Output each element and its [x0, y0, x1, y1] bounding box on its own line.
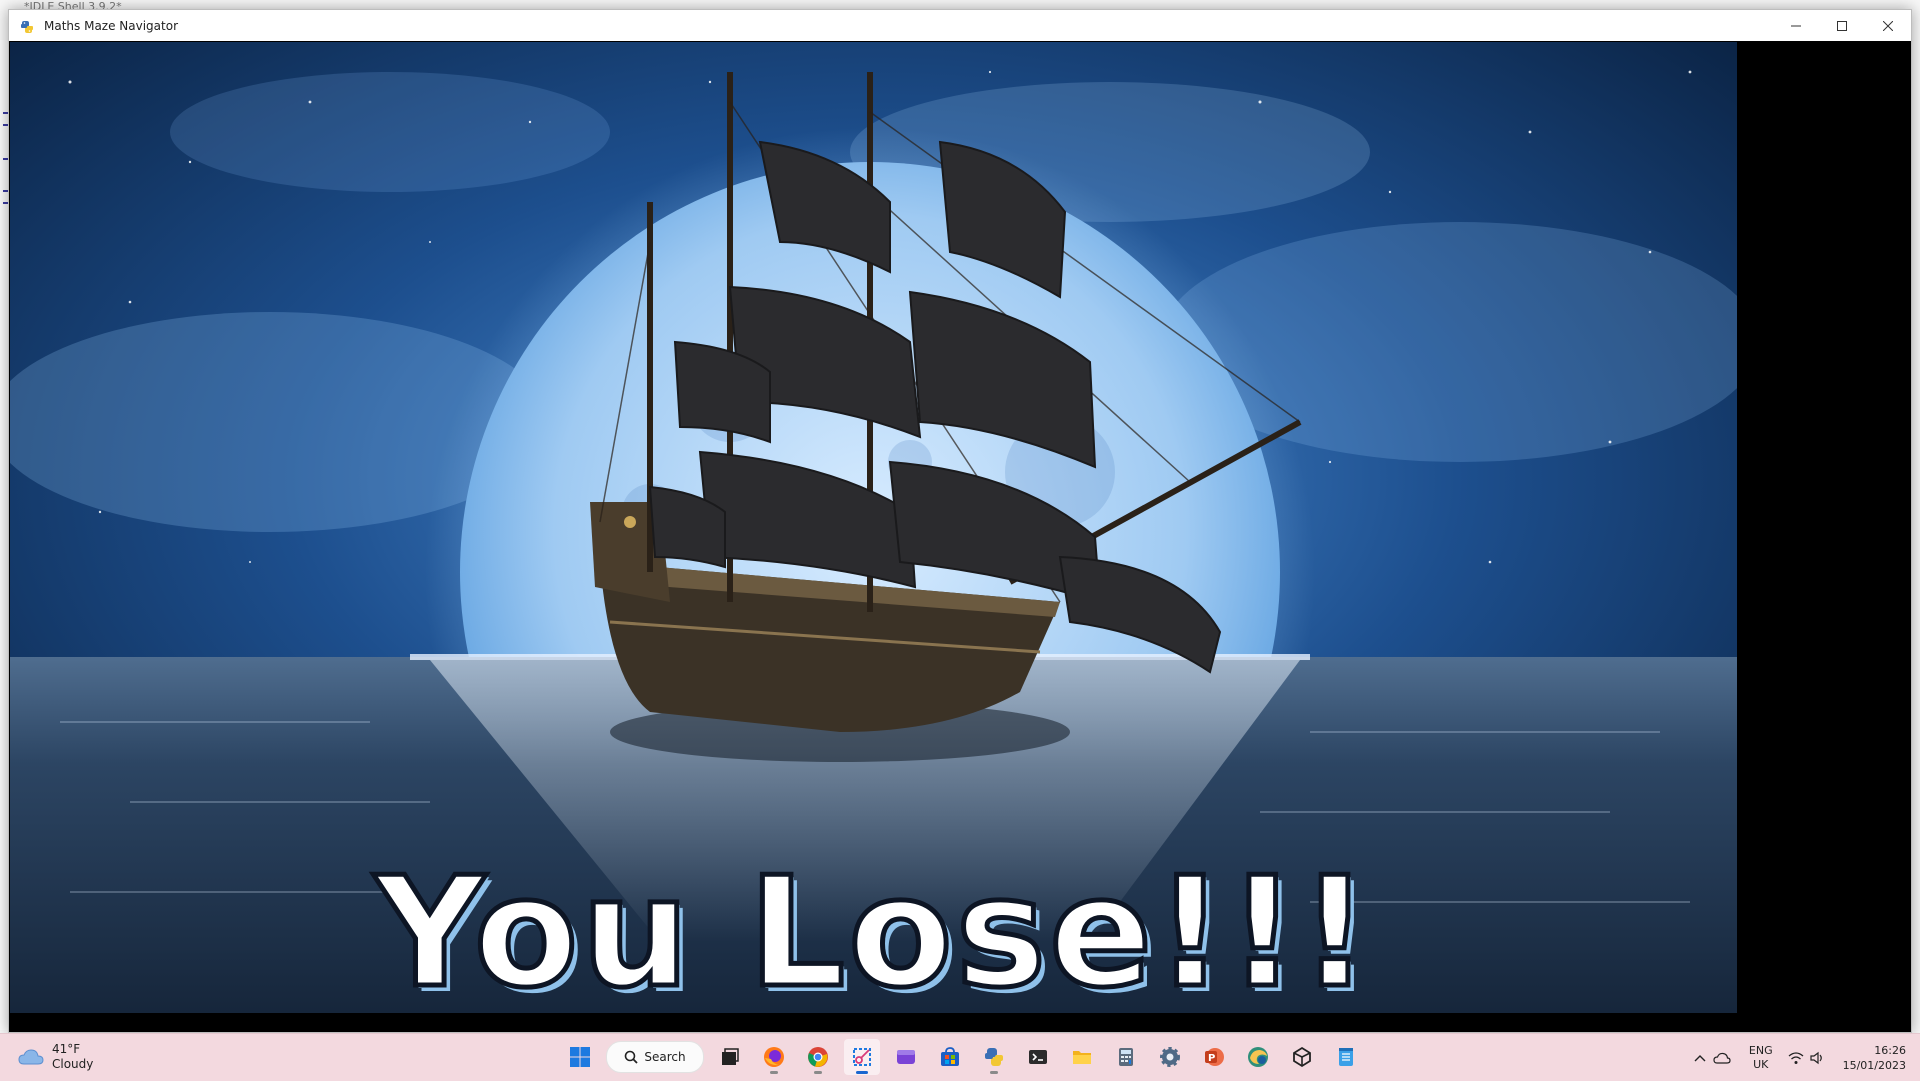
system-tray: ENG UK 16:26 15/01/2023	[1689, 1034, 1920, 1081]
powerpoint-button[interactable]: P	[1196, 1039, 1232, 1075]
clipchamp-icon	[897, 1050, 915, 1064]
clipchamp-button[interactable]	[888, 1039, 924, 1075]
calculator-icon	[1119, 1048, 1133, 1066]
microsoft-store-icon	[941, 1047, 959, 1066]
title-bar[interactable]: Maths Maze Navigator	[9, 10, 1911, 41]
close-icon	[1883, 20, 1893, 31]
clock-time: 16:26	[1874, 1043, 1906, 1057]
minimize-icon	[1791, 25, 1801, 26]
unity-icon	[1293, 1046, 1311, 1068]
snipping-tool-button[interactable]	[844, 1039, 880, 1075]
file-explorer-icon	[1073, 1051, 1091, 1064]
firefox-icon	[764, 1047, 784, 1067]
clock[interactable]: 16:26 15/01/2023	[1843, 1043, 1906, 1073]
svg-text:P: P	[1208, 1053, 1215, 1064]
chrome-icon	[808, 1047, 828, 1067]
maximize-icon	[1837, 20, 1847, 31]
start-button[interactable]	[562, 1039, 598, 1075]
game-window: Maths Maze Navigator You Lose!!!	[8, 9, 1912, 1033]
network-button[interactable]	[1785, 1051, 1807, 1065]
firefox-button[interactable]	[756, 1039, 792, 1075]
window-title: Maths Maze Navigator	[44, 18, 179, 33]
chevron-up-icon	[1694, 1054, 1706, 1061]
taskbar-apps: Search P	[562, 1039, 1364, 1075]
unity-button[interactable]	[1284, 1039, 1320, 1075]
language-indicator[interactable]: ENG UK	[1749, 1044, 1773, 1072]
chrome-button[interactable]	[800, 1039, 836, 1075]
speaker-icon	[1809, 1051, 1822, 1064]
windows-start-icon	[570, 1047, 590, 1067]
weather-temperature: 41°F	[52, 1042, 81, 1056]
powerpoint-icon: P	[1205, 1048, 1224, 1066]
wifi-icon	[1788, 1051, 1804, 1064]
close-button[interactable]	[1865, 10, 1911, 41]
volume-button[interactable]	[1807, 1051, 1829, 1065]
search-icon	[625, 1050, 639, 1064]
snipping-tool-icon	[853, 1048, 871, 1066]
language-code: ENG	[1748, 1043, 1773, 1057]
settings-button[interactable]	[1152, 1039, 1188, 1075]
calculator-button[interactable]	[1108, 1039, 1144, 1075]
clock-date: 15/01/2023	[1842, 1058, 1906, 1072]
notepad-button[interactable]	[1328, 1039, 1364, 1075]
weather-condition: Cloudy	[52, 1057, 94, 1071]
notepad-icon	[1339, 1048, 1353, 1066]
window-controls	[1773, 10, 1911, 41]
settings-icon	[1160, 1047, 1180, 1067]
onedrive-button[interactable]	[1711, 1052, 1733, 1064]
onedrive-cloud-icon	[1713, 1052, 1731, 1064]
cloud-icon	[18, 1049, 44, 1065]
region-code: UK	[1753, 1057, 1769, 1071]
weather-widget[interactable]: 41°F Cloudy	[18, 1042, 93, 1072]
microsoft-store-button[interactable]	[932, 1039, 968, 1075]
python-icon	[985, 1048, 1003, 1066]
terminal-icon	[1029, 1050, 1047, 1064]
python-button[interactable]	[976, 1039, 1012, 1075]
show-hidden-icons-button[interactable]	[1689, 1054, 1711, 1062]
file-explorer-button[interactable]	[1064, 1039, 1100, 1075]
maximize-button[interactable]	[1819, 10, 1865, 41]
taskbar-search[interactable]: Search	[606, 1041, 704, 1073]
edge-canary-button[interactable]	[1240, 1039, 1276, 1075]
game-over-message: You Lose!!!	[372, 844, 1373, 1013]
game-scene: You Lose!!!	[10, 42, 1737, 1013]
search-label: Search	[644, 1050, 686, 1064]
taskbar: 41°F Cloudy Search P ENG UK 16:26 15/01/…	[0, 1033, 1920, 1081]
terminal-button[interactable]	[1020, 1039, 1056, 1075]
edge-canary-icon	[1248, 1047, 1268, 1067]
task-view-button[interactable]	[712, 1039, 748, 1075]
minimize-button[interactable]	[1773, 10, 1819, 41]
python-app-icon	[20, 19, 34, 33]
task-view-icon	[722, 1048, 739, 1065]
